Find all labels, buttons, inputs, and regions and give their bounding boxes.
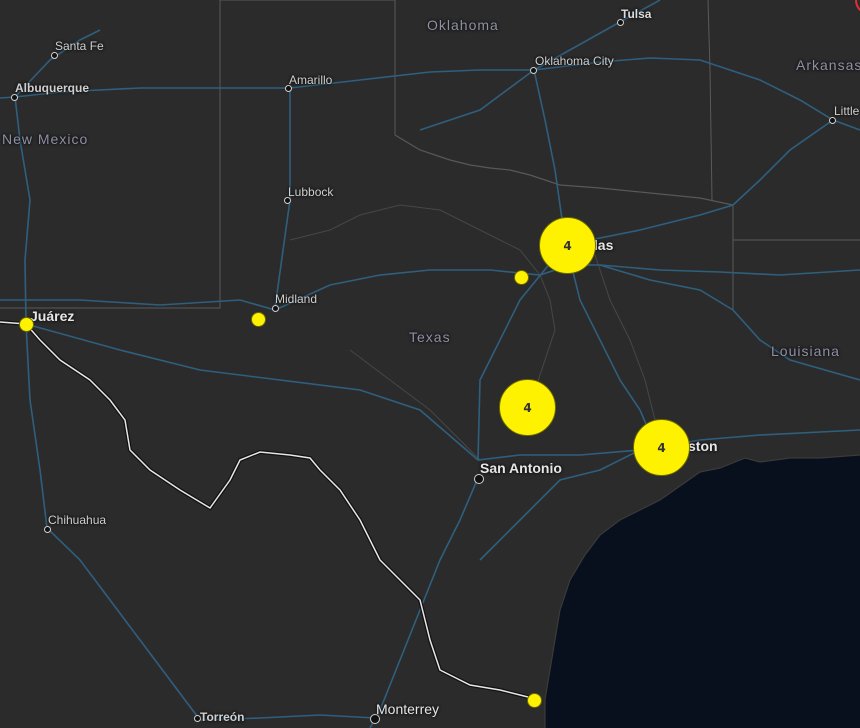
city-label-oklahoma-city: Oklahoma City: [535, 54, 614, 68]
city-label-amarillo: Amarillo: [289, 73, 333, 87]
map-marker-brownsville[interactable]: [527, 693, 542, 708]
city-dot-midland: [272, 305, 279, 312]
city-label-san-antonio: San Antonio: [480, 460, 562, 476]
city-dot-chihuahua: [44, 526, 51, 533]
city-label-albuquerque: Albuquerque: [15, 81, 89, 95]
city-dot-santa-fe: [51, 52, 58, 59]
cluster-marker-central-texas[interactable]: 4: [499, 379, 556, 436]
city-label-juarez: Juárez: [30, 308, 75, 324]
state-label-new-mexico: New Mexico: [2, 131, 89, 147]
city-label-lubbock: Lubbock: [288, 185, 334, 199]
city-label-monterrey: Monterrey: [376, 701, 440, 717]
city-dot-albuquerque: [11, 94, 18, 101]
basemap: [0, 0, 860, 728]
state-label-texas: Texas: [409, 329, 451, 345]
state-label-louisiana: Louisiana: [771, 343, 840, 359]
city-label-midland: Midland: [275, 292, 318, 306]
map-marker-juarez[interactable]: [19, 317, 34, 332]
state-label-oklahoma: Oklahoma: [427, 17, 499, 33]
city-label-torreon: Torreón: [200, 710, 245, 724]
cluster-marker-houston[interactable]: 4: [633, 419, 690, 476]
city-label-santa-fe: Santa Fe: [55, 39, 104, 53]
map-canvas[interactable]: Oklahoma Arkansas New Mexico Texas Louis…: [0, 0, 860, 728]
city-label-houston: ston: [688, 438, 718, 454]
city-label-little-rock: Little: [834, 104, 860, 118]
city-dot-little-rock: [829, 117, 836, 124]
map-marker-fort-worth[interactable]: [514, 270, 529, 285]
state-label-arkansas: Arkansas: [796, 57, 860, 73]
city-label-tulsa: Tulsa: [621, 7, 652, 21]
city-dot-oklahoma-city: [530, 67, 537, 74]
cluster-marker-dallas[interactable]: 4: [539, 217, 596, 274]
city-label-chihuahua: Chihuahua: [48, 513, 107, 527]
map-marker-midland[interactable]: [251, 312, 266, 327]
